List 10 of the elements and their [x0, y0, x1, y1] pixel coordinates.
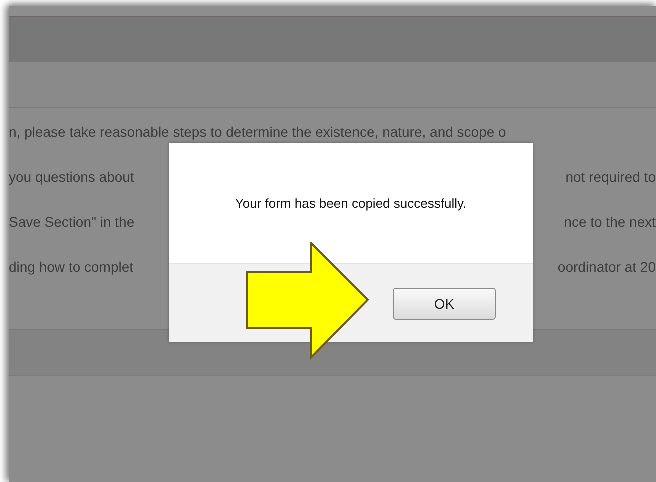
- ok-button[interactable]: OK: [393, 288, 496, 320]
- body-text: you questions about: [9, 169, 134, 185]
- body-text: ding how to complet: [9, 259, 134, 275]
- arrow-icon: [246, 242, 370, 360]
- body-text: Save Section" in the: [9, 214, 135, 230]
- body-text: oordinator at 20: [558, 259, 656, 275]
- body-text: n, please take reasonable steps to determine the existence, nature, and scope o: [9, 124, 506, 140]
- body-text: nce to the next: [564, 214, 656, 230]
- dialog-message: Your form has been copied successfully.: [235, 196, 467, 210]
- body-text: not required to: [566, 169, 656, 185]
